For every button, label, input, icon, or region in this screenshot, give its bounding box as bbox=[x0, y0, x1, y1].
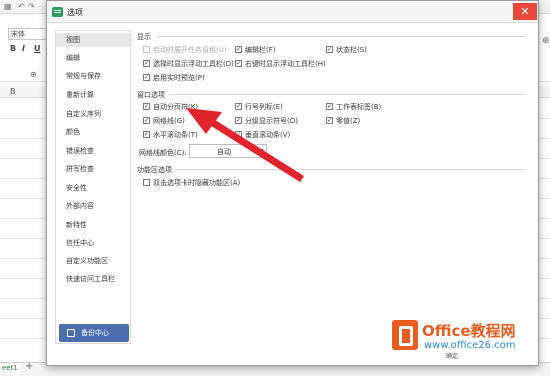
watermark-url: www.office26.com bbox=[424, 340, 516, 351]
gridline-color-label: 网格线颜色(C): bbox=[139, 149, 187, 157]
sidebar-item-custom-lists[interactable]: 自定义序列 bbox=[56, 107, 130, 121]
ribbon-options-title: 功能区选项 bbox=[137, 166, 172, 174]
sidebar-item-error-check[interactable]: 错误检查 bbox=[56, 144, 130, 158]
ok-button-fragment[interactable]: 确定 bbox=[446, 351, 458, 360]
checkmark-icon: ✓ bbox=[235, 117, 242, 124]
checkmark-icon: ✓ bbox=[326, 46, 333, 53]
options-dialog: 选项 ✕ 视图 编辑 常规与保存 重新计算 自定义序列 颜色 错误检查 拼写检查… bbox=[46, 0, 539, 366]
checkmark-icon: ✓ bbox=[235, 60, 242, 67]
dialog-title: 选项 bbox=[67, 8, 83, 17]
checkmark-icon: ✓ bbox=[235, 46, 242, 53]
checkmark-icon: ✓ bbox=[143, 103, 150, 110]
underline-button[interactable]: U bbox=[34, 44, 41, 53]
display-section-title: 显示 bbox=[137, 33, 151, 41]
checkmark-icon: ✓ bbox=[143, 131, 150, 138]
sidebar-item-view[interactable]: 视图 bbox=[56, 33, 130, 47]
checkmark-icon: ✓ bbox=[143, 117, 150, 124]
checkbox-box bbox=[143, 46, 150, 53]
checkmark-icon: ✓ bbox=[143, 60, 150, 67]
section-divider bbox=[157, 36, 525, 37]
checkmark-icon: ✓ bbox=[235, 103, 242, 110]
office-logo-icon bbox=[392, 320, 418, 350]
redo-icon[interactable]: ↷ bbox=[28, 2, 35, 11]
watermark-name: Office教程网 bbox=[422, 322, 516, 340]
toolbar-edge-icon[interactable]: ⊕ bbox=[542, 36, 550, 46]
undo-icon[interactable]: ↶ bbox=[18, 2, 25, 11]
chevron-down-icon: ▼ bbox=[259, 148, 264, 155]
bold-button[interactable]: B bbox=[10, 44, 16, 53]
close-button[interactable]: ✕ bbox=[513, 3, 537, 20]
dialog-title-bar: 选项 ✕ bbox=[47, 1, 538, 23]
sidebar-item-general-save[interactable]: 常规与保存 bbox=[56, 69, 130, 83]
app-logo-icon: ▦ bbox=[4, 2, 12, 11]
sidebar-item-custom-ribbon[interactable]: 自定义功能区 bbox=[56, 254, 130, 268]
sheet-tab[interactable]: eet1 bbox=[0, 364, 20, 375]
backup-center-label: 备份中心 bbox=[81, 329, 109, 337]
options-sidebar: 视图 编辑 常规与保存 重新计算 自定义序列 颜色 错误检查 拼写检查 安全性 … bbox=[55, 30, 131, 344]
gridline-color-select[interactable]: 自动 ▼ bbox=[189, 144, 267, 158]
add-sheet-button[interactable]: + bbox=[25, 361, 33, 372]
backup-center-button[interactable]: 备份中心 bbox=[59, 324, 129, 342]
sidebar-item-edit[interactable]: 编辑 bbox=[56, 51, 130, 65]
checkmark-icon: ✓ bbox=[143, 74, 150, 81]
checkmark-icon: ✓ bbox=[326, 117, 333, 124]
sidebar-item-trust-center[interactable]: 信任中心 bbox=[56, 236, 130, 250]
checkmark-icon: ✓ bbox=[326, 103, 333, 110]
italic-button[interactable]: I bbox=[22, 44, 25, 53]
sidebar-item-recalculate[interactable]: 重新计算 bbox=[56, 88, 130, 102]
sidebar-item-spell-check[interactable]: 拼写检查 bbox=[56, 162, 130, 176]
gridline-color-value: 自动 bbox=[217, 148, 231, 156]
section-divider bbox=[175, 169, 525, 170]
office26-watermark: Office教程网 www.office26.com 确定 bbox=[392, 318, 550, 376]
checkbox-box bbox=[143, 179, 150, 186]
window-options-title: 窗口选项 bbox=[137, 91, 165, 99]
options-content: 显示 启动时展开任务窗格(U) ✓ 编辑栏(F) ✓ 状态栏(S) ✓ 选择时显… bbox=[137, 30, 527, 344]
zoom-icon[interactable]: ⊕ bbox=[30, 70, 37, 79]
sidebar-item-color[interactable]: 颜色 bbox=[56, 125, 130, 139]
checkmark-icon: ✓ bbox=[235, 131, 242, 138]
column-b-header[interactable]: B bbox=[10, 87, 16, 96]
section-divider bbox=[169, 94, 525, 95]
sidebar-item-security[interactable]: 安全性 bbox=[56, 181, 130, 195]
sidebar-item-quick-access[interactable]: 快速访问工具栏 bbox=[56, 272, 130, 286]
backup-icon bbox=[67, 329, 75, 337]
sidebar-item-external-content[interactable]: 外部内容 bbox=[56, 199, 130, 213]
sidebar-item-new-features[interactable]: 新特性 bbox=[56, 218, 130, 232]
app-logo-icon bbox=[52, 7, 63, 17]
